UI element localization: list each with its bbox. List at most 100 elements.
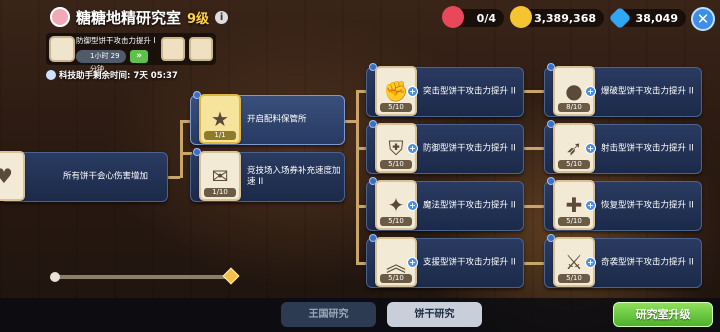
tree-connector — [356, 205, 366, 208]
assist-value: 7天 05:37 — [133, 71, 178, 81]
node-label: 支援型饼干攻击力提升 II — [423, 257, 516, 268]
research-card: ★ 1/1 — [199, 94, 241, 144]
research-node-crit-damage[interactable]: ♥ 所有饼干会心伤害增加 — [0, 151, 168, 202]
bomb-icon: ● — [565, 79, 583, 103]
slider-start-handle[interactable] — [50, 272, 60, 282]
node-progress: 5/10 — [380, 103, 412, 112]
lab-upgrade-button[interactable]: 研究室升级 — [613, 302, 713, 327]
node-progress: 1/1 — [204, 131, 236, 140]
research-card: ⛨ + 5/10 — [375, 123, 418, 173]
tree-connector — [180, 120, 183, 178]
gem-value: 38,049 — [635, 11, 678, 25]
tab-cookie-research[interactable]: 饼干研究 — [387, 302, 482, 327]
research-node-support-attack[interactable]: ︽ + 5/10 支援型饼干攻击力提升 II — [366, 234, 524, 288]
current-research-name: 防御型饼干攻击力提升 I — [76, 36, 156, 45]
star-box-icon: ★ — [211, 107, 229, 131]
plus-icon: + — [585, 86, 596, 97]
tech-assistant-timer: 科技助手剩余时间: 7天 05:37 — [46, 69, 178, 81]
cross-icon: ✚ — [565, 193, 583, 217]
plus-icon: + — [407, 257, 418, 268]
node-progress: 5/10 — [380, 274, 412, 283]
shield-icon — [49, 36, 75, 62]
node-label: 开启配料保管所 — [247, 114, 307, 125]
lab-level: 9级 — [187, 11, 210, 27]
speed-up-button[interactable]: » — [130, 50, 148, 63]
node-progress: 8/10 — [558, 103, 590, 112]
research-node-charge-attack[interactable]: ✊ + 5/10 突击型饼干攻击力提升 II — [366, 63, 524, 117]
heart-icon: ♥ — [0, 164, 13, 188]
plus-icon: + — [407, 86, 418, 97]
cookie-count-resource: 0/4 — [442, 6, 504, 28]
tree-scroll-slider[interactable] — [50, 267, 240, 285]
research-timer: 1小时 29分钟 — [76, 50, 126, 73]
coin-resource: 3,389,368 — [510, 6, 604, 28]
plus-icon: + — [585, 257, 596, 268]
research-card: ✦ + 5/10 — [375, 180, 418, 230]
cookie-count-value: 0/4 — [476, 11, 496, 25]
research-slot-empty[interactable] — [189, 37, 213, 61]
plus-icon: + — [585, 143, 596, 154]
assist-label: 科技助手剩余时间: — [59, 71, 131, 81]
tree-connector — [524, 90, 544, 93]
research-node-healing-attack[interactable]: ✚ + 5/10 恢复型饼干攻击力提升 II — [544, 177, 702, 231]
header: 糖糖地精研究室 9级 i — [50, 6, 229, 28]
research-card: ✊ + 5/10 — [375, 66, 418, 116]
tree-connector — [356, 90, 359, 262]
research-slot-empty[interactable] — [161, 37, 185, 61]
fist-icon: ✊ — [383, 79, 409, 103]
node-label: 射击型饼干攻击力提升 II — [601, 143, 694, 154]
node-label: 爆破型饼干攻击力提升 II — [601, 86, 694, 97]
cookie-icon — [442, 6, 464, 28]
research-card: ● + 8/10 — [553, 66, 596, 116]
node-progress: 5/10 — [558, 274, 590, 283]
research-node-ambush-attack[interactable]: ⚔ + 5/10 奇袭型饼干攻击力提升 II — [544, 234, 702, 288]
crossbow-icon: ➶ — [565, 136, 583, 160]
research-node-ranged-attack[interactable]: ➶ + 5/10 射击型饼干攻击力提升 II — [544, 120, 702, 174]
clock-icon — [46, 70, 56, 80]
research-node-defense-attack[interactable]: ⛨ + 5/10 防御型饼干攻击力提升 II — [366, 120, 524, 174]
gem-resource: 38,049 — [608, 6, 686, 30]
node-progress: 5/10 — [380, 160, 412, 169]
tree-connector — [524, 147, 544, 150]
node-label: 恢复型饼干攻击力提升 II — [601, 200, 694, 211]
node-label: 所有饼干会心伤害增加 — [63, 171, 149, 182]
tree-connector — [524, 205, 544, 208]
tree-connector — [524, 262, 544, 265]
node-label: 奇袭型饼干攻击力提升 II — [601, 257, 694, 268]
node-label: 防御型饼干攻击力提升 II — [423, 143, 516, 154]
research-card: ➶ + 5/10 — [553, 123, 596, 173]
node-label: 突击型饼干攻击力提升 II — [423, 86, 516, 97]
close-button[interactable]: ✕ — [691, 7, 715, 31]
research-card: ✉ 1/10 — [199, 151, 241, 201]
tree-connector — [356, 262, 366, 265]
tree-connector — [168, 176, 180, 179]
research-card: ⚔ + 5/10 — [553, 237, 596, 287]
coin-icon — [510, 6, 532, 28]
research-node-magic-attack[interactable]: ✦ + 5/10 魔法型饼干攻击力提升 II — [366, 177, 524, 231]
coin-value: 3,389,368 — [534, 11, 596, 25]
plus-icon: + — [585, 200, 596, 211]
research-node-ingredient-storage[interactable]: ★ 1/1 开启配料保管所 — [190, 91, 345, 145]
research-node-bomber-attack[interactable]: ● + 8/10 爆破型饼干攻击力提升 II — [544, 63, 702, 117]
plus-icon: + — [407, 143, 418, 154]
info-icon[interactable]: i — [215, 10, 229, 24]
tree-connector — [356, 90, 366, 93]
tree-connector — [356, 147, 366, 150]
node-progress: 5/10 — [558, 217, 590, 226]
node-label: 竞技场入场券补充速度加速 II — [247, 166, 341, 187]
node-label: 魔法型饼干攻击力提升 II — [423, 200, 516, 211]
research-node-arena-ticket[interactable]: ✉ 1/10 竞技场入场券补充速度加速 II — [190, 148, 345, 202]
research-card: ✚ + 5/10 — [553, 180, 596, 230]
chevrons-icon: ︽ — [386, 251, 406, 276]
node-progress: 5/10 — [380, 217, 412, 226]
plus-icon: + — [407, 200, 418, 211]
blade-icon: ⚔ — [565, 250, 583, 274]
node-progress: 1/10 — [204, 188, 236, 197]
tab-kingdom-research[interactable]: 王国研究 — [281, 302, 376, 327]
research-card: ︽ + 5/10 — [375, 237, 418, 287]
page-title: 糖糖地精研究室 — [76, 8, 182, 27]
wand-icon: ✦ — [387, 193, 405, 217]
ticket-icon: ✉ — [211, 164, 229, 188]
node-progress: 5/10 — [558, 160, 590, 169]
lab-logo-icon — [50, 7, 70, 27]
